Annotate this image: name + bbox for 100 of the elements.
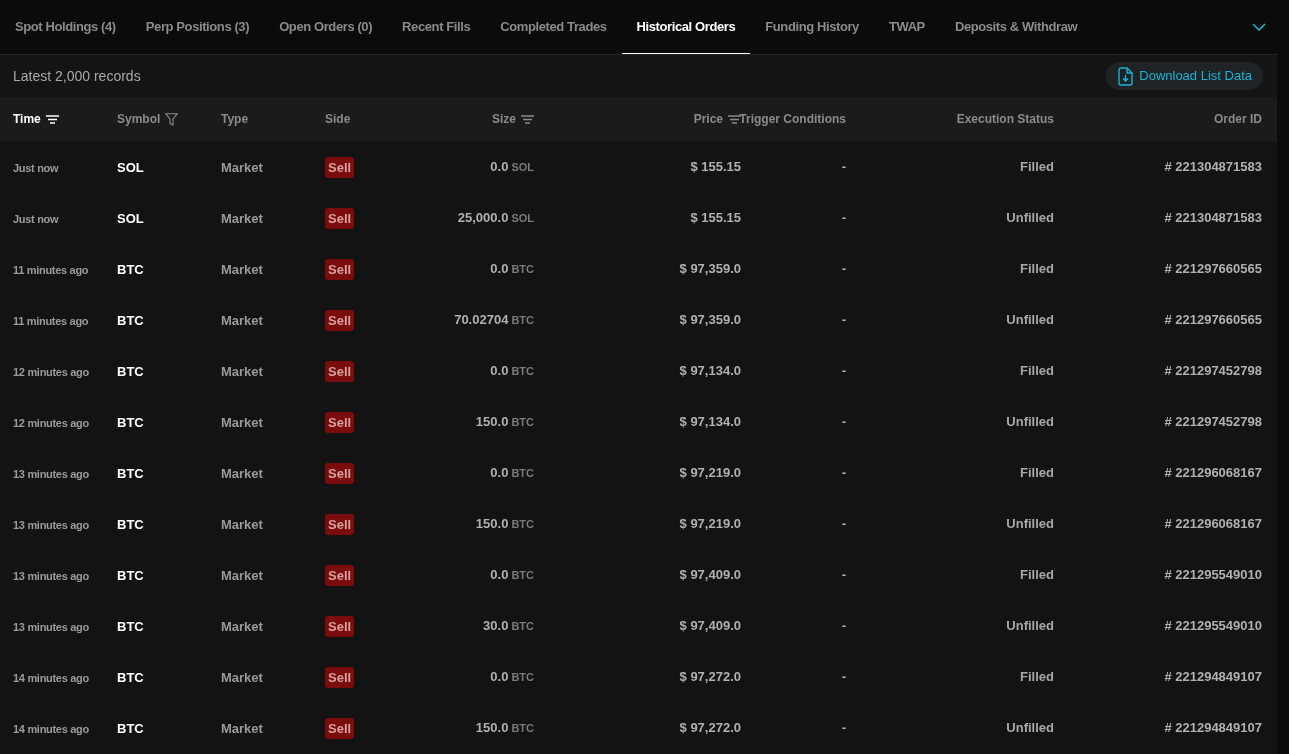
time-cell: Just now [13, 161, 59, 174]
type-cell: Market [221, 414, 263, 430]
time-cell: 14 minutes ago [13, 722, 89, 735]
unit-label: SOL [511, 210, 534, 226]
trigger-cell-text: - [841, 718, 846, 737]
status-cell-text: Filled [1020, 361, 1054, 380]
time-cell: 11 minutes ago [13, 314, 89, 327]
trigger-cell-text: - [841, 157, 846, 176]
status-cell-text: Filled [1020, 667, 1054, 686]
side-badge: Sell [325, 717, 355, 739]
side-badge: Sell [325, 258, 355, 280]
tab[interactable]: Completed Trades [485, 0, 622, 54]
side-badge: Sell [325, 309, 355, 331]
symbol-cell: BTC [117, 669, 144, 685]
column-header[interactable]: Symbol [117, 110, 161, 128]
price-cell-text: $ 97,272.0 [679, 718, 741, 737]
price-cell-text: $ 97,359.0 [679, 259, 741, 278]
symbol-cell: BTC [117, 312, 144, 328]
side-badge: Sell [325, 666, 355, 688]
status-cell-text: Filled [1020, 463, 1054, 482]
price-cell-text: $ 155.15 [690, 157, 741, 176]
tab[interactable]: TWAP [873, 0, 940, 54]
file-download-icon [1117, 66, 1135, 86]
side-badge: Sell [325, 564, 355, 586]
download-button[interactable]: Download List Data [1106, 62, 1263, 90]
price-cell-text: $ 97,219.0 [679, 463, 741, 482]
chevron-down-icon[interactable] [1251, 23, 1266, 31]
price-cell-text: $ 97,272.0 [679, 667, 741, 686]
column-header[interactable]: Execution Status [956, 110, 1054, 128]
trigger-cell-text: - [841, 310, 846, 329]
status-cell-text: Unfilled [1006, 208, 1054, 227]
size-cell-text: 0.0 [490, 361, 509, 380]
type-cell: Market [221, 567, 263, 583]
size-cell-text: 0.0 [490, 565, 509, 584]
price-cell-text: $ 155.15 [690, 208, 741, 227]
order-id-cell-text: # 221294849107 [1164, 667, 1262, 686]
order-id-cell-text: # 221297660565 [1164, 259, 1262, 278]
filter-icon[interactable] [165, 112, 179, 126]
order-id-cell-text: # 221297452798 [1164, 361, 1262, 380]
size-cell-text: 70.02704 [454, 310, 509, 329]
trigger-cell-text: - [841, 463, 846, 482]
trigger-cell-text: - [841, 259, 846, 278]
size-cell-text: 0.0 [490, 157, 509, 176]
unit-label: BTC [511, 261, 534, 277]
trigger-cell-text: - [841, 208, 846, 227]
tab[interactable]: Recent Fills [387, 0, 486, 54]
tab[interactable]: Deposits & Withdraw [939, 0, 1093, 54]
order-id-cell-text: # 221297660565 [1164, 310, 1262, 329]
type-cell: Market [221, 465, 263, 481]
unit-label: BTC [511, 618, 534, 634]
symbol-cell: BTC [117, 465, 144, 481]
unit-label: SOL [511, 159, 534, 175]
column-header[interactable]: Size [492, 110, 516, 128]
column-header[interactable]: Type [221, 110, 249, 128]
column-header[interactable]: Side [325, 110, 351, 128]
trigger-cell-text: - [841, 412, 846, 431]
unit-label: BTC [511, 312, 534, 328]
side-badge: Sell [325, 513, 355, 535]
price-cell-text: $ 97,409.0 [679, 616, 741, 635]
unit-label: BTC [511, 465, 534, 481]
tab[interactable]: Perp Positions (3) [130, 0, 265, 54]
unit-label: BTC [511, 414, 534, 430]
size-cell-text: 0.0 [490, 463, 509, 482]
side-badge: Sell [325, 411, 355, 433]
type-cell: Market [221, 261, 263, 277]
size-cell-text: 0.0 [490, 667, 509, 686]
symbol-cell: BTC [117, 567, 144, 583]
unit-label: BTC [511, 363, 534, 379]
symbol-cell: BTC [117, 414, 144, 430]
size-cell-text: 0.0 [490, 259, 509, 278]
column-header[interactable]: Time [13, 110, 41, 128]
symbol-cell: SOL [117, 210, 144, 226]
time-cell: 12 minutes ago [13, 416, 89, 429]
status-cell-text: Unfilled [1006, 310, 1054, 329]
trigger-cell-text: - [841, 514, 846, 533]
size-cell-text: 150.0 [475, 412, 509, 431]
time-cell: 13 minutes ago [13, 569, 89, 582]
type-cell: Market [221, 210, 263, 226]
tab[interactable]: Spot Holdings (4) [0, 0, 131, 54]
column-header[interactable]: Trigger Conditions [739, 110, 846, 128]
side-badge: Sell [325, 615, 355, 637]
symbol-cell: BTC [117, 618, 144, 634]
trigger-cell-text: - [841, 565, 846, 584]
side-badge: Sell [325, 207, 355, 229]
status-cell-text: Filled [1020, 259, 1054, 278]
side-badge: Sell [325, 462, 355, 484]
column-header[interactable]: Price [693, 110, 723, 128]
time-cell: 13 minutes ago [13, 518, 89, 531]
size-cell-text: 25,000.0 [457, 208, 509, 227]
type-cell: Market [221, 312, 263, 328]
unit-label: BTC [511, 567, 534, 583]
type-cell: Market [221, 363, 263, 379]
symbol-cell: BTC [117, 516, 144, 532]
status-cell-text: Unfilled [1006, 718, 1054, 737]
tab[interactable]: Open Orders (0) [264, 0, 388, 54]
column-header[interactable]: Order ID [1214, 110, 1262, 128]
trigger-cell-text: - [841, 667, 846, 686]
tab[interactable]: Funding History [750, 0, 874, 54]
order-id-cell-text: # 221296068167 [1164, 463, 1262, 482]
unit-label: BTC [511, 669, 534, 685]
